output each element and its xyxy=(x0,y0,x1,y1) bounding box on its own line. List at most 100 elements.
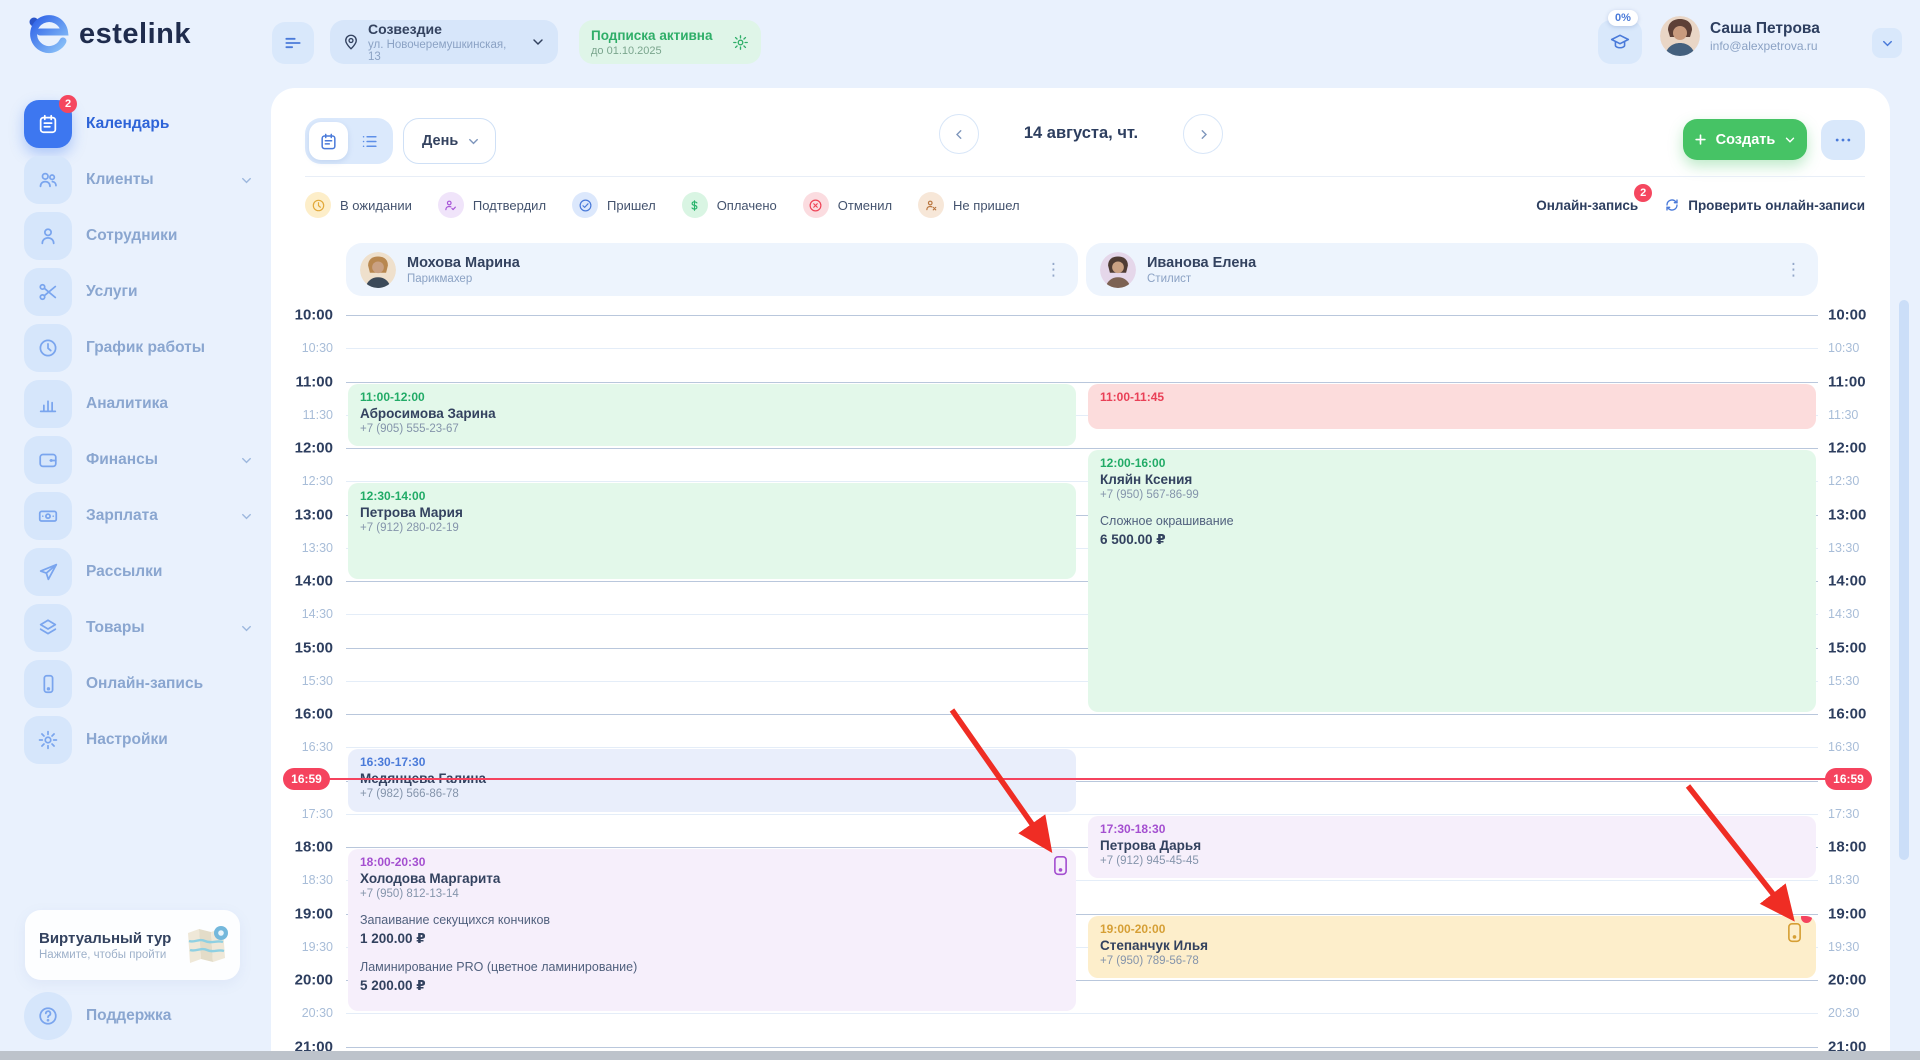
gridline-11:00 xyxy=(346,382,1818,383)
kebab-menu-icon[interactable]: ⋮ xyxy=(1783,260,1804,280)
appointment-4[interactable]: 18:00-20:30Холодова Маргарита+7 (950) 81… xyxy=(348,849,1076,1011)
education-button[interactable] xyxy=(1598,20,1642,64)
clients-icon xyxy=(24,156,72,204)
appointment-2[interactable]: 12:30-14:00Петрова Мария+7 (912) 280-02-… xyxy=(348,483,1076,579)
online-booking-controls: Онлайн-запись 2 Проверить онлайн-записи xyxy=(1536,188,1865,222)
sidebar-item-label: Услуги xyxy=(86,283,138,301)
time-label-left: 13:00 xyxy=(275,506,333,523)
chevron-down-icon xyxy=(239,173,254,188)
prev-day-button[interactable] xyxy=(939,114,979,154)
sidebar-item-4[interactable]: Услуги xyxy=(24,268,254,316)
sidebar-item-5[interactable]: График работы xyxy=(24,324,254,372)
check-online-bookings-button[interactable]: Проверить онлайн-записи xyxy=(1664,197,1865,213)
time-label-left: 18:30 xyxy=(275,873,333,887)
map-illustration-icon xyxy=(184,925,230,965)
gridline-10:30 xyxy=(346,348,1818,349)
new-booking-dot xyxy=(1801,916,1812,923)
appointment-price: 5 200.00 ₽ xyxy=(360,978,1064,994)
legend-item-label: Отменил xyxy=(838,198,892,213)
appointment-phone: +7 (950) 812-13-14 xyxy=(360,888,1064,900)
appointment-3[interactable]: 16:30-17:30Медянцева Галина+7 (982) 566-… xyxy=(348,749,1076,812)
sidebar-item-7[interactable]: Финансы xyxy=(24,436,254,484)
sidebar-item-support[interactable]: Поддержка xyxy=(24,992,254,1040)
smartphone-icon xyxy=(24,660,72,708)
sidebar-item-label: Зарплата xyxy=(86,507,158,525)
next-day-button[interactable] xyxy=(1183,114,1223,154)
create-button[interactable]: Создать xyxy=(1683,119,1807,160)
appointment-phone: +7 (905) 555-23-67 xyxy=(360,423,1064,435)
gridline-12:00 xyxy=(346,448,1818,449)
virtual-tour-subtitle: Нажмите, чтобы пройти xyxy=(39,949,178,961)
appointment-5[interactable]: 11:00-11:45 xyxy=(1088,384,1816,430)
sidebar-item-label: Финансы xyxy=(86,451,158,469)
logo-text: estelink xyxy=(79,18,191,51)
sidebar-item-2[interactable]: Клиенты xyxy=(24,156,254,204)
legend-item-5: Отменил xyxy=(803,192,892,218)
legend-item-4: Оплачено xyxy=(682,192,777,218)
chevron-down-icon xyxy=(239,509,254,524)
staff-info: Иванова ЕленаСтилист xyxy=(1147,254,1256,285)
app-logo: estelink xyxy=(26,12,191,56)
sidebar-item-10[interactable]: Товары xyxy=(24,604,254,652)
package-icon xyxy=(24,604,72,652)
plus-icon xyxy=(1693,132,1708,147)
sidebar-item-9[interactable]: Рассылки xyxy=(24,548,254,596)
sidebar-item-label: Рассылки xyxy=(86,563,162,581)
time-label-right: 20:30 xyxy=(1828,1006,1886,1020)
user-menu-chevron-button[interactable] xyxy=(1872,28,1902,58)
sidebar-item-12[interactable]: Настройки xyxy=(24,716,254,764)
location-selector[interactable]: Созвездие ул. Новочеремушкинская, 13 xyxy=(330,20,558,64)
sidebar-item-label: Товары xyxy=(86,619,145,637)
appointment-6[interactable]: 12:00-16:00Кляйн Ксения+7 (950) 567-86-9… xyxy=(1088,450,1816,712)
legend-item-2: Подтвердил xyxy=(438,192,546,218)
subscription-status[interactable]: Подписка активна до 01.10.2025 xyxy=(579,20,761,64)
vertical-scrollbar[interactable] xyxy=(1899,300,1909,860)
appointment-client: Петрова Дарья xyxy=(1100,838,1804,853)
collapse-sidebar-button[interactable] xyxy=(272,22,314,64)
sidebar-item-1[interactable]: 2Календарь xyxy=(24,100,254,148)
gridline-16:30 xyxy=(346,747,1818,748)
user-menu[interactable]: Саша Петрова info@alexpetrova.ru xyxy=(1660,16,1820,56)
chart-icon xyxy=(24,380,72,428)
current-date-label: 14 августа, чт. xyxy=(1001,124,1161,143)
more-actions-button[interactable] xyxy=(1821,120,1865,160)
current-time-line xyxy=(329,778,1832,780)
time-label-right: 15:00 xyxy=(1828,639,1886,656)
list-view-button[interactable] xyxy=(350,122,389,160)
staff-header-2[interactable]: Иванова ЕленаСтилист ⋮ xyxy=(1086,243,1818,296)
time-label-right: 16:00 xyxy=(1828,706,1886,723)
current-time-pill-left: 16:59 xyxy=(283,768,330,790)
appointment-1[interactable]: 11:00-12:00Абросимова Зарина+7 (905) 555… xyxy=(348,384,1076,447)
view-period-select[interactable]: День xyxy=(403,118,496,164)
legend-item-label: Не пришел xyxy=(953,198,1020,213)
appointment-client: Петрова Мария xyxy=(360,505,1064,520)
virtual-tour-card[interactable]: Виртуальный тур Нажмите, чтобы пройти xyxy=(25,910,240,980)
appointment-time: 18:00-20:30 xyxy=(360,855,1064,869)
legend-item-1: В ожидании xyxy=(305,192,412,218)
time-label-left: 20:30 xyxy=(275,1006,333,1020)
time-label-left: 15:30 xyxy=(275,674,333,688)
subscription-until: до 01.10.2025 xyxy=(591,45,712,57)
time-label-left: 17:30 xyxy=(275,807,333,821)
time-label-right: 20:00 xyxy=(1828,972,1886,989)
sidebar-item-3[interactable]: Сотрудники xyxy=(24,212,254,260)
sidebar-item-8[interactable]: Зарплата xyxy=(24,492,254,540)
sidebar-item-11[interactable]: Онлайн-запись xyxy=(24,660,254,708)
appointment-client: Кляйн Ксения xyxy=(1100,472,1804,487)
online-booking-source-icon xyxy=(1053,855,1068,876)
appointment-8[interactable]: 19:00-20:00Степанчук Илья+7 (950) 789-56… xyxy=(1088,916,1816,979)
staff-role: Парикмахер xyxy=(407,273,520,285)
sidebar-item-label: Клиенты xyxy=(86,171,154,189)
clock-icon xyxy=(24,324,72,372)
appointment-client: Степанчук Илья xyxy=(1100,938,1804,953)
staff-header-1[interactable]: Мохова МаринаПарикмахер⋮ xyxy=(346,243,1078,296)
appointment-7[interactable]: 17:30-18:30Петрова Дарья+7 (912) 945-45-… xyxy=(1088,816,1816,879)
create-button-label: Создать xyxy=(1716,132,1776,148)
time-label-left: 10:30 xyxy=(275,341,333,355)
window-bottom-edge xyxy=(0,1051,1920,1060)
view-period-value: День xyxy=(422,133,458,149)
kebab-menu-icon[interactable]: ⋮ xyxy=(1043,260,1064,280)
calendar-view-button[interactable] xyxy=(309,122,348,160)
sidebar-item-6[interactable]: Аналитика xyxy=(24,380,254,428)
online-booking-link[interactable]: Онлайн-запись 2 xyxy=(1536,198,1638,213)
